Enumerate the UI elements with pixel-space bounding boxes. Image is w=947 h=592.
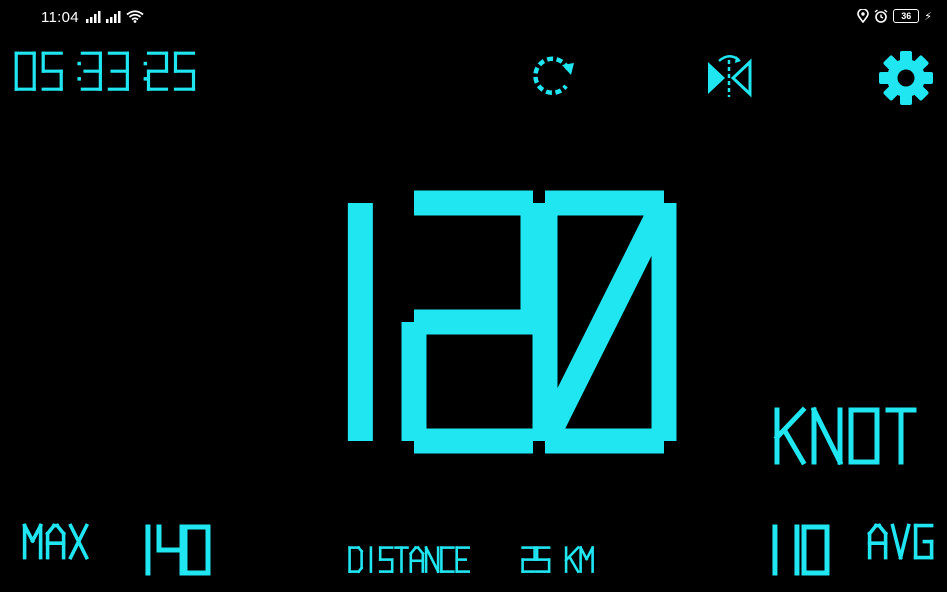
distance-label-text (348, 545, 470, 574)
clock-display: 05:33:25 (13, 50, 236, 93)
status-time: 11:04 (41, 9, 79, 26)
wifi-icon (126, 10, 144, 23)
unit-label: KNOT (772, 405, 930, 467)
reset-button[interactable] (528, 53, 580, 99)
signal-icon (86, 11, 102, 23)
max-label: MAX (21, 522, 98, 562)
signal-icon (106, 11, 122, 23)
colon-dot (77, 61, 81, 66)
glyph-segment (567, 555, 580, 574)
glyph-segment (564, 545, 580, 563)
speed-display: 120 (258, 178, 701, 466)
unit-text (773, 406, 917, 466)
glyph-segment (810, 406, 844, 466)
speed-digits (347, 190, 677, 454)
status-bar: 11:04 36 ⚡ (0, 0, 947, 34)
colon-dot (143, 61, 148, 66)
settings-icon (877, 49, 935, 107)
battery-icon: 36 (893, 9, 920, 23)
glyph-segment (424, 545, 440, 574)
location-icon (857, 9, 870, 23)
avg-value: 110 (755, 522, 831, 578)
avg-label-text (867, 523, 934, 560)
colon-dot (143, 77, 148, 81)
glyph-segment (533, 197, 676, 447)
colon-dot (77, 77, 81, 81)
max-value: 140 (128, 522, 216, 578)
glyph-segment (890, 523, 903, 560)
charging-icon: ⚡ (924, 9, 932, 23)
glyph-segment (898, 523, 911, 560)
alarm-icon (874, 9, 888, 23)
distance-value-text (521, 545, 595, 574)
max-value-text (145, 524, 211, 576)
max-label-text (22, 523, 90, 561)
avg-value-text (772, 524, 830, 576)
avg-label: AVG (866, 522, 943, 562)
glyph-segment (773, 406, 807, 441)
mirror-icon (705, 52, 753, 98)
distance-label: DISTANCE (347, 545, 475, 575)
clock-digits (14, 51, 196, 91)
mirror-button[interactable] (705, 52, 753, 98)
reset-icon (528, 53, 580, 99)
settings-button[interactable] (877, 49, 935, 107)
distance-value: 25 KM (520, 545, 598, 575)
glyph-segment (781, 427, 807, 466)
